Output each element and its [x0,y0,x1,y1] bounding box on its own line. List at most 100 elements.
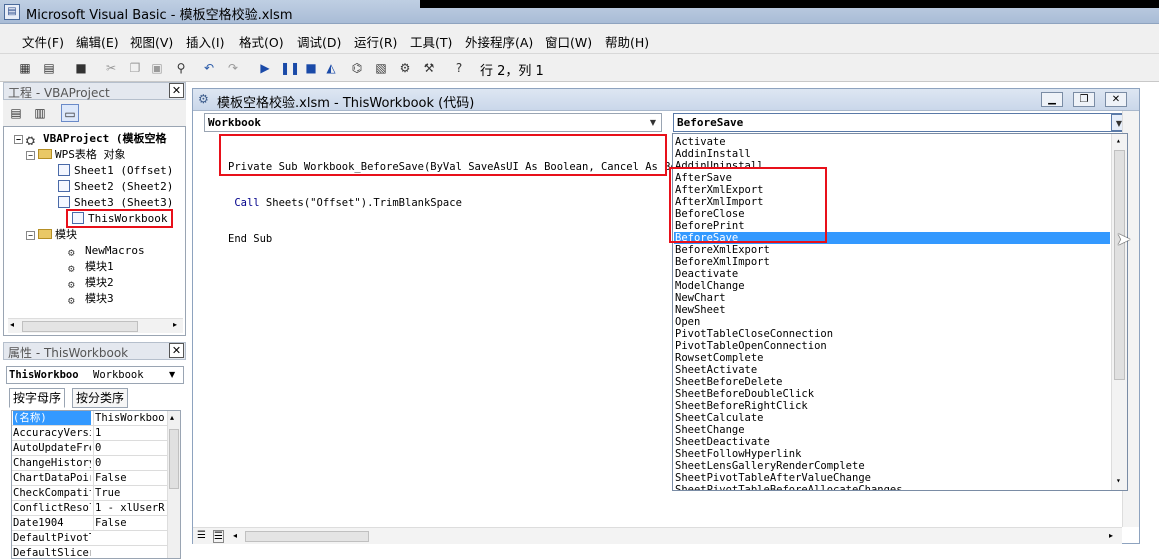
reset-icon[interactable]: ■ [302,59,320,77]
tree-module1[interactable]: ⚙ 模块1 [68,259,114,275]
dropdown-item[interactable]: SheetLensGalleryRenderComplete [674,460,1110,472]
menu-run[interactable]: 运行(R) [354,32,397,51]
dropdown-item[interactable]: PivotTableCloseConnection [674,328,1110,340]
menu-file[interactable]: 文件(F) [22,32,64,51]
dropdown-item[interactable]: SheetDeactivate [674,436,1110,448]
property-row[interactable]: CheckCompatit True [12,486,178,501]
save-icon[interactable]: ■ [72,59,90,77]
menu-window[interactable]: 窗口(W) [545,32,592,51]
close-icon[interactable]: ✕ [1105,92,1127,107]
dropdown-item[interactable]: AfterSave [674,172,1110,184]
dropdown-item[interactable]: SheetFollowHyperlink [674,448,1110,460]
properties-window-icon[interactable]: ▧ [372,59,390,77]
close-icon[interactable]: ✕ [169,343,184,358]
dropdown-item[interactable]: SheetPivotTableAfterValueChange [674,472,1110,484]
dropdown-vscrollbar[interactable]: ▴ ▾ [1111,134,1127,490]
project-hscrollbar[interactable]: ◂ ▸ [8,318,183,333]
tree-wps-objects[interactable]: − WPS表格 对象 [26,147,126,162]
toggle-folders-icon[interactable]: ▭ [61,104,79,122]
tree-newmacros[interactable]: ⚙ NewMacros [68,243,145,259]
property-row[interactable]: ConflictResol 1 - xlUserRe [12,501,178,516]
scroll-up-icon[interactable]: ▴ [1116,136,1121,145]
collapse-icon[interactable]: − [14,135,23,144]
object-select[interactable]: ThisWorkboo Workbook ▼ [6,366,184,384]
toolbox-icon[interactable]: ⚒ [420,59,438,77]
procedure-view-icon[interactable]: ☰ [197,530,206,541]
close-icon[interactable]: ✕ [169,83,184,98]
collapse-icon[interactable]: − [26,231,35,240]
tab-alphabetic[interactable]: 按字母序 [9,388,66,408]
dropdown-item[interactable]: BeforePrint [674,220,1110,232]
dropdown-item[interactable]: SheetCalculate [674,412,1110,424]
dropdown-item[interactable]: BeforeXmlImport [674,256,1110,268]
menu-addins[interactable]: 外接程序(A) [465,32,533,51]
menu-view[interactable]: 视图(V) [130,32,173,51]
dropdown-item[interactable]: SheetBeforeRightClick [674,400,1110,412]
help-icon[interactable]: ? [450,59,468,77]
tree-sheet2[interactable]: Sheet2 (Sheet2) [58,179,173,194]
properties-vscrollbar[interactable]: ▴ [167,411,180,558]
view-excel-icon[interactable]: ▦ [16,59,34,77]
property-row[interactable]: ChartDataPoir False [12,471,178,486]
scroll-thumb[interactable] [245,531,369,542]
scroll-thumb[interactable] [169,429,179,489]
copy-icon[interactable]: ❐ [126,59,144,77]
dropdown-item[interactable]: AddinUninstall [674,160,1110,172]
property-row[interactable]: ChangeHistory 0 [12,456,178,471]
find-icon[interactable]: ⚲ [172,59,190,77]
minimize-icon[interactable]: ▁ [1041,92,1063,107]
chevron-down-icon[interactable]: ▼ [169,370,175,379]
code-hscrollbar[interactable]: ☰ ☰ ◂ ▸ [193,527,1122,544]
dropdown-item[interactable]: AfterXmlExport [674,184,1110,196]
menu-help[interactable]: 帮助(H) [605,32,649,51]
view-object-icon[interactable]: ▥ [31,104,49,122]
property-row[interactable]: AutoUpdateFre 0 [12,441,178,456]
scroll-left-icon[interactable]: ◂ [233,531,237,540]
dropdown-item[interactable]: NewSheet [674,304,1110,316]
dropdown-item[interactable]: AddinInstall [674,148,1110,160]
insert-userform-icon[interactable]: ▤ [40,59,58,77]
scroll-down-icon[interactable]: ▾ [1116,476,1121,485]
property-row[interactable]: DefaultPivotT [12,531,178,546]
tree-vbaproject[interactable]: − ⛭ VBAProject (模板空格 [14,131,166,147]
dropdown-item[interactable]: Deactivate [674,268,1110,280]
dropdown-item[interactable]: SheetChange [674,424,1110,436]
chevron-down-icon[interactable]: ▼ [645,114,661,131]
dropdown-item[interactable]: SheetBeforeDoubleClick [674,388,1110,400]
dropdown-item[interactable]: PivotTableOpenConnection [674,340,1110,352]
property-row[interactable]: (名称) ThisWorkbook [12,411,178,426]
design-mode-icon[interactable]: ◭ [322,59,340,77]
tab-categorized[interactable]: 按分类序 [72,388,129,408]
run-icon[interactable]: ▶ [256,59,274,77]
scroll-right-icon[interactable]: ▸ [1109,531,1113,540]
dropdown-item[interactable]: BeforeClose [674,208,1110,220]
tree-module2[interactable]: ⚙ 模块2 [68,275,114,291]
property-row[interactable]: Date1904 False [12,516,178,531]
code-editor[interactable]: Private Sub Workbook_BeforeSave(ByVal Sa… [228,137,696,269]
scroll-thumb[interactable] [1114,150,1125,380]
dropdown-item[interactable]: Open [674,316,1110,328]
restore-icon[interactable]: ❐ [1073,92,1095,107]
dropdown-item[interactable]: RowsetComplete [674,352,1110,364]
full-module-view-icon[interactable]: ☰ [213,530,224,543]
menu-insert[interactable]: 插入(I) [186,32,224,51]
scroll-right-icon[interactable]: ▸ [173,320,177,329]
break-icon[interactable]: ❚❚ [280,59,300,77]
scroll-up-icon[interactable]: ▴ [170,413,174,422]
tree-sheet1[interactable]: Sheet1 (Offset) [58,163,173,178]
scroll-left-icon[interactable]: ◂ [10,320,14,329]
dropdown-item[interactable]: Activate [674,136,1110,148]
dropdown-item[interactable]: ModelChange [674,280,1110,292]
menu-debug[interactable]: 调试(D) [297,32,341,51]
dropdown-item[interactable]: BeforeXmlExport [674,244,1110,256]
tree-thisworkbook[interactable]: ThisWorkbook [72,211,167,226]
menu-format[interactable]: 格式(O) [239,32,284,51]
collapse-icon[interactable]: − [26,151,35,160]
dropdown-item[interactable]: SheetPivotTableBeforeAllocateChanges [674,484,1110,490]
dropdown-item[interactable]: SheetActivate [674,364,1110,376]
undo-icon[interactable]: ↶ [200,59,218,77]
tree-module3[interactable]: ⚙ 模块3 [68,291,114,307]
dropdown-item[interactable]: SheetBeforeDelete [674,376,1110,388]
paste-icon[interactable]: ▣ [148,59,166,77]
dropdown-item[interactable]: BeforeSave [674,232,1110,244]
